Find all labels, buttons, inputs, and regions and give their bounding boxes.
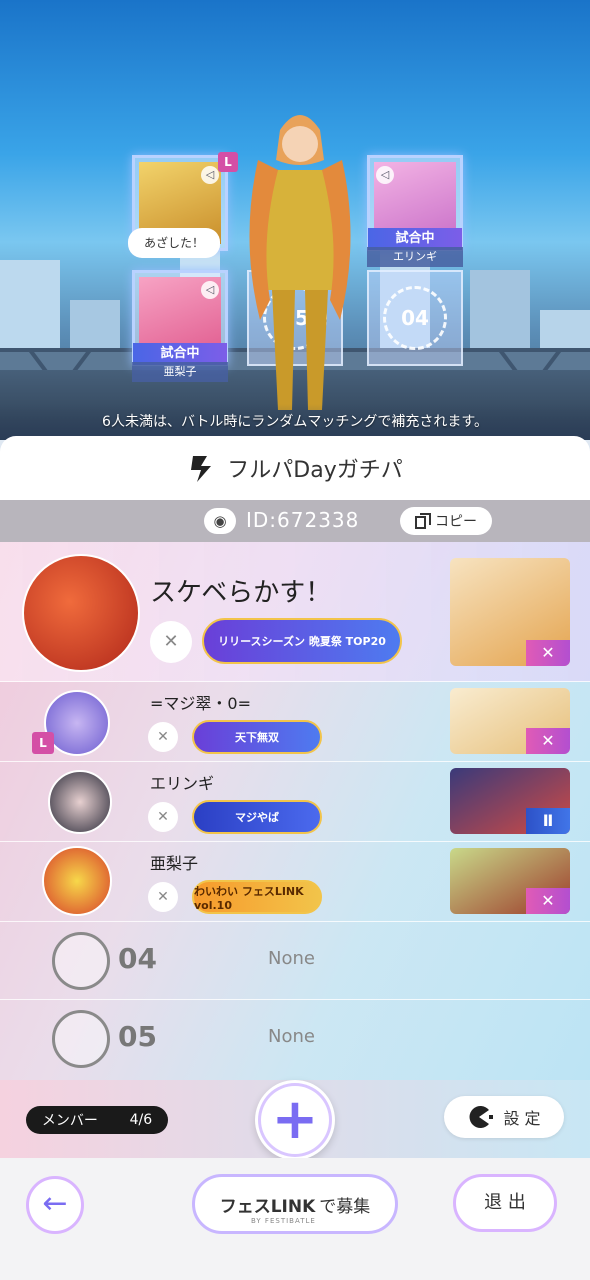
party-id: ID:672338 <box>246 508 360 532</box>
speaker-mute-icon[interactable]: ◁ <box>376 166 394 184</box>
character-card: ✕ <box>450 558 570 666</box>
member-row-leader[interactable]: スケベらかす！ ✕ リリースシーズン 晩夏祭 TOP20 ✕ <box>0 542 590 682</box>
avatar <box>42 846 112 916</box>
character-card: Ⅱ <box>450 768 570 834</box>
character-card: ✕ <box>450 848 570 914</box>
member-name: スケベらかす！ <box>150 578 332 608</box>
settings-label: 設 定 <box>503 1109 541 1128</box>
title-plate: リリースシーズン 晩夏祭 TOP20 <box>202 618 402 664</box>
member-name: 亜梨子 <box>150 854 199 873</box>
logo-subtitle: BY FESTIBATLE <box>251 1217 316 1225</box>
pacman-settings-icon <box>469 1106 494 1128</box>
hero-character <box>249 115 351 410</box>
empty-member-row[interactable]: 04 None <box>0 922 590 1000</box>
slot-number: 05 <box>118 1020 157 1053</box>
mic-off-icon[interactable]: ✕ <box>148 722 178 752</box>
mic-off-icon[interactable]: ✕ <box>148 802 178 832</box>
empty-slot-text: None <box>268 948 315 969</box>
mic-off-icon[interactable]: ✕ <box>150 621 192 663</box>
member-row[interactable]: エリンギ ✕ マジやば Ⅱ <box>0 762 590 842</box>
matching-notice: 6人未満は、バトル時にランダムマッチングで補充されます。 <box>0 404 590 440</box>
title-plate: 天下無双 <box>192 720 322 754</box>
title-plate: マジやば <box>192 800 322 834</box>
member-row[interactable]: L =マジ翠・0= ✕ 天下無双 ✕ <box>0 682 590 762</box>
party-name: フルパDayガチパ <box>227 458 403 483</box>
member-label: メンバー <box>41 1113 98 1129</box>
recruit-button[interactable]: フェスLINK で募集 BY FESTIBATLE <box>192 1174 398 1234</box>
slot-name: エリンギ <box>367 247 463 267</box>
member-row[interactable]: 亜梨子 ✕ わいわい フェスLINK vol.10 ✕ <box>0 842 590 922</box>
empty-user-icon <box>52 1010 110 1068</box>
member-list: スケベらかす！ ✕ リリースシーズン 晩夏祭 TOP20 ✕ L =マジ翠・0=… <box>0 542 590 1080</box>
lobby-stage: ◁ L あざした！ ◁ 試合中 亜梨子 ◁ 試合中 エリンギ 05 04 6人未… <box>0 0 590 440</box>
speaker-mute-icon[interactable]: ◁ <box>201 166 219 184</box>
rank-emblem-icon: ✕ <box>526 640 570 666</box>
rank-emblem-icon: Ⅱ <box>526 808 570 834</box>
copy-id-button[interactable]: コピー <box>400 507 492 535</box>
chat-bubble: あざした！ <box>128 228 220 258</box>
mic-off-icon[interactable]: ✕ <box>148 882 178 912</box>
party-slot-3[interactable]: ◁ 試合中 <box>367 155 463 251</box>
member-name: =マジ翠・0= <box>150 694 251 713</box>
recruit-label: で募集 <box>319 1196 371 1217</box>
exit-button[interactable]: 退 出 <box>453 1174 557 1232</box>
member-count-pill: メンバー 4/6 <box>26 1106 168 1134</box>
party-id-bar: ◉ ID:672338 コピー <box>0 500 590 542</box>
empty-member-row[interactable]: 05 None <box>0 1000 590 1080</box>
festa-link-logo: フェスLINK <box>219 1196 316 1217</box>
rank-emblem-icon: ✕ <box>526 728 570 754</box>
avatar <box>22 554 140 672</box>
empty-slot-text: None <box>268 1026 315 1047</box>
footer-bar: ← フェスLINK で募集 BY FESTIBATLE 退 出 <box>0 1158 590 1280</box>
leader-badge: L <box>32 732 54 754</box>
empty-slot-number: 04 <box>383 286 447 350</box>
title-plate: わいわい フェスLINK vol.10 <box>192 880 322 914</box>
slot-name: 亜梨子 <box>132 362 228 382</box>
party-slot-2[interactable]: ◁ 試合中 <box>132 270 228 366</box>
visibility-eye-icon[interactable]: ◉ <box>204 508 236 534</box>
character-card: ✕ <box>450 688 570 754</box>
empty-user-icon <box>52 932 110 990</box>
slot-number: 04 <box>118 942 157 975</box>
empty-slot-04[interactable]: 04 <box>367 270 463 366</box>
invite-plus-button[interactable]: + <box>255 1080 335 1160</box>
rank-emblem-icon: ✕ <box>526 888 570 914</box>
avatar <box>48 770 112 834</box>
member-count: 4/6 <box>129 1112 153 1128</box>
copy-label: コピー <box>435 514 477 530</box>
copy-icon <box>415 513 431 529</box>
settings-button[interactable]: 設 定 <box>444 1096 564 1138</box>
leader-badge: L <box>218 152 238 172</box>
speaker-mute-icon[interactable]: ◁ <box>201 281 219 299</box>
back-arrow-icon[interactable]: ← <box>26 1176 84 1234</box>
party-logo-icon <box>191 456 212 482</box>
party-header: フルパDayガチパ <box>0 436 590 500</box>
member-name: エリンギ <box>150 774 215 793</box>
